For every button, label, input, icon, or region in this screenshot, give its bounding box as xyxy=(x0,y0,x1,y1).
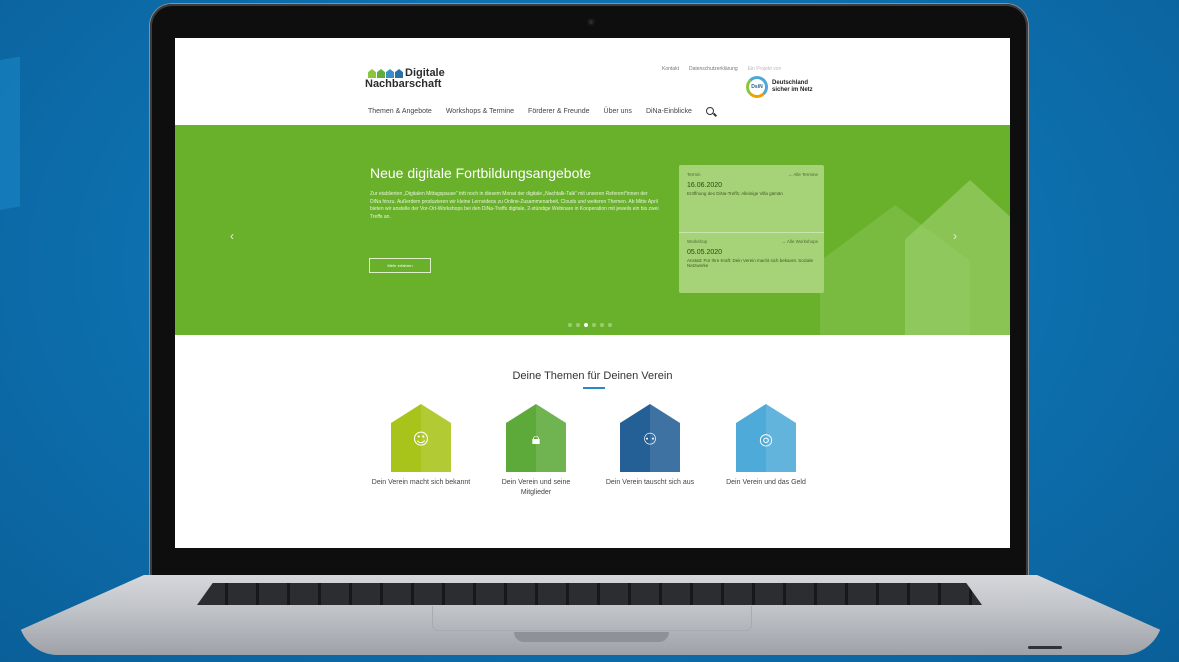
logo-line-2: Nachbarschaft xyxy=(365,78,442,90)
workshop-text[interactable]: Anstatt: Für Ihre Kraft: Dein Verein mac… xyxy=(687,258,818,268)
speech-bubbles-icon: ☺ xyxy=(391,404,451,472)
event-date: 16.06.2020 xyxy=(687,182,723,189)
nav-item-workshops[interactable]: Workshops & Termine xyxy=(446,108,514,115)
webcam xyxy=(587,18,595,26)
events-section: Termin → Alle Termine 16.06.2020 Eröffnu… xyxy=(687,172,818,196)
laptop-notch xyxy=(514,632,669,642)
slider-prev-arrow-icon[interactable]: ‹ xyxy=(230,229,234,243)
laptop-trackpad xyxy=(432,606,752,631)
laptop-keyboard xyxy=(197,583,982,605)
themes-heading: Deine Themen für Deinen Verein xyxy=(512,370,673,382)
workshops-label: Workshop xyxy=(687,239,708,244)
privacy-link[interactable]: Datenschutzerklärung xyxy=(689,66,738,72)
laptop-led xyxy=(1028,646,1062,649)
laptop-screen: Digitale Nachbarschaft Kontakt Datenschu… xyxy=(175,38,1010,548)
logo-text: Digitale Nachbarschaft xyxy=(365,68,445,90)
theme-label: Dein Verein und seine Mitglieder xyxy=(501,479,571,496)
theme-tile-geld[interactable]: ◎ Dein Verein und das Geld xyxy=(716,404,816,488)
piggy-bank-icon: ◎ xyxy=(736,404,796,472)
slider-dots xyxy=(568,323,612,327)
theme-label: Dein Verein und das Geld xyxy=(726,479,806,486)
slider-dot[interactable] xyxy=(568,323,572,327)
slider-next-arrow-icon[interactable]: › xyxy=(953,229,957,243)
hero-text: Zur etablierten „Digitalen Mittagspause“… xyxy=(370,191,659,220)
events-card: Termin → Alle Termine 16.06.2020 Eröffnu… xyxy=(679,165,824,293)
slider-dot[interactable] xyxy=(600,323,604,327)
theme-label: Dein Verein tauscht sich aus xyxy=(605,479,695,486)
background-shape xyxy=(0,56,20,214)
theme-tile-mitglieder[interactable]: 🔒︎ Dein Verein und seine Mitglieder xyxy=(486,404,586,498)
nav-item-ueber-uns[interactable]: Über uns xyxy=(604,108,632,115)
top-meta-links: Kontakt Datenschutzerklärung Ein Projekt… xyxy=(662,66,781,72)
nav-item-themen[interactable]: Themen & Angebote xyxy=(368,108,432,115)
all-events-link[interactable]: → Alle Termine xyxy=(788,172,818,177)
nav-item-foerderer[interactable]: Förderer & Freunde xyxy=(528,108,589,115)
lock-shield-icon: 🔒︎ xyxy=(506,404,566,472)
people-chat-icon: ⚇ xyxy=(620,404,680,472)
heading-underline xyxy=(583,387,605,389)
workshop-date: 05.05.2020 xyxy=(687,249,723,256)
partner-logo[interactable]: DsiN Deutschland sicher im Netz xyxy=(746,76,822,98)
card-divider xyxy=(679,232,824,233)
hero-title: Neue digitale Fortbildungsangebote xyxy=(370,165,592,181)
contact-link[interactable]: Kontakt xyxy=(662,66,679,72)
main-nav: Themen & Angebote Workshops & Termine Fö… xyxy=(368,107,714,115)
slider-dot[interactable] xyxy=(576,323,580,327)
project-by-label: Ein Projekt von xyxy=(747,66,782,72)
event-text[interactable]: Eröffnung des DiNa-Treffs: Alleinige Vil… xyxy=(687,191,818,196)
logo-houses-icon xyxy=(368,69,403,78)
all-workshops-link[interactable]: → Alle Workshops xyxy=(781,239,818,244)
partner-name: Deutschland sicher im Netz xyxy=(772,80,813,93)
search-icon[interactable] xyxy=(705,107,714,115)
nav-item-einblicke[interactable]: DiNa-Einblicke xyxy=(646,108,692,115)
workshops-section: Workshop → Alle Workshops 05.05.2020 Ans… xyxy=(687,239,818,268)
slider-dot[interactable] xyxy=(592,323,596,327)
theme-label: Dein Verein macht sich bekannt xyxy=(371,479,471,486)
theme-tile-bekannt[interactable]: ☺ Dein Verein macht sich bekannt xyxy=(371,404,471,488)
events-label: Termin xyxy=(687,172,701,177)
hero-slider: ‹ › Neue digitale Fortbildungsangebote Z… xyxy=(175,125,1010,335)
more-info-button[interactable]: Mehr erfahren xyxy=(369,258,431,273)
slider-dot[interactable] xyxy=(608,323,612,327)
slider-dot[interactable] xyxy=(584,323,588,327)
dsin-badge: DsiN xyxy=(746,76,768,98)
site-logo[interactable]: Digitale Nachbarschaft xyxy=(365,68,445,90)
decorative-house-shape xyxy=(905,180,1010,335)
theme-tile-austausch[interactable]: ⚇ Dein Verein tauscht sich aus xyxy=(600,404,700,488)
